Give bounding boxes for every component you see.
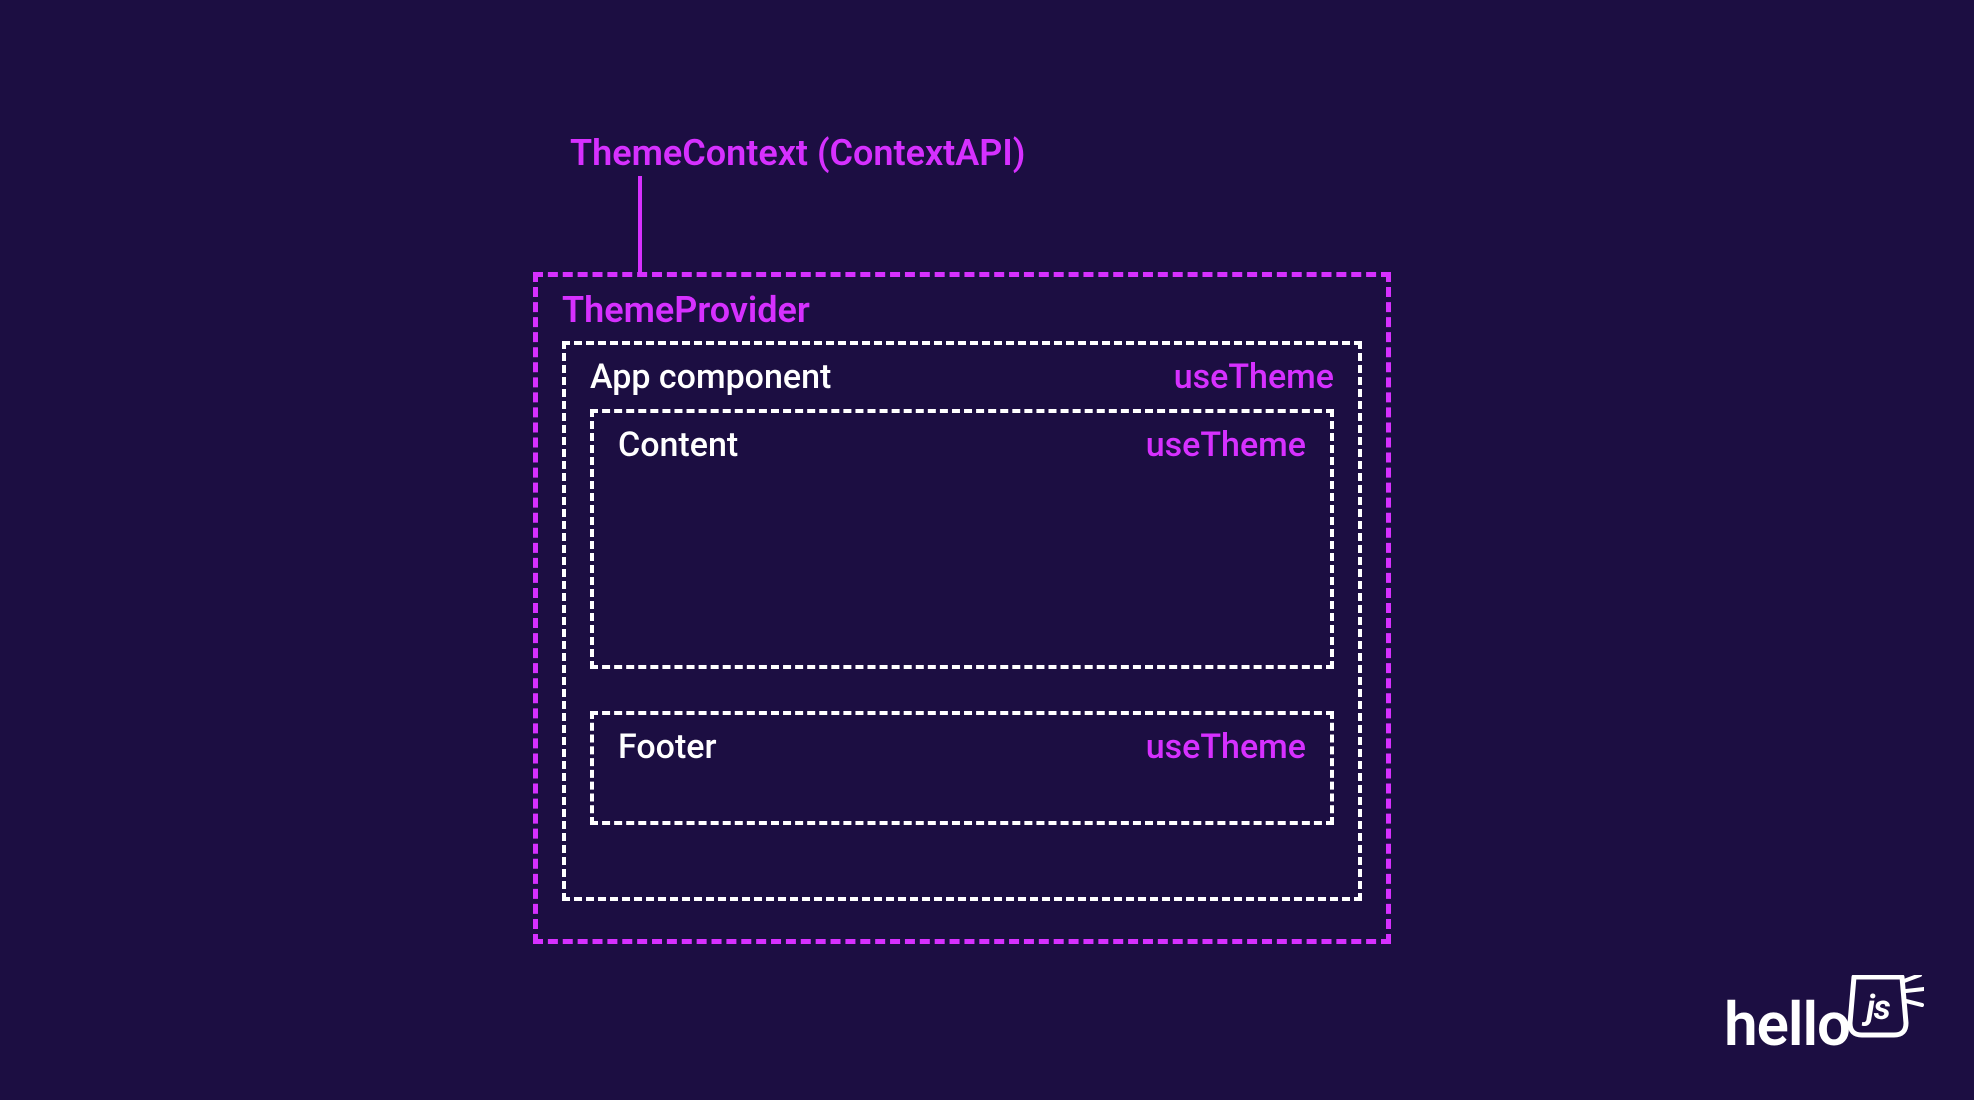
content-label: Content xyxy=(618,425,738,465)
app-component-header: App component useTheme xyxy=(590,357,1334,397)
context-title: ThemeContext (ContextAPI) xyxy=(570,132,1025,174)
theme-provider-label: ThemeProvider xyxy=(562,289,1362,331)
app-component-box: App component useTheme Content useTheme … xyxy=(562,341,1362,901)
brand-js-icon: js xyxy=(1846,975,1924,1045)
connector-line xyxy=(638,176,642,272)
footer-hook: useTheme xyxy=(1146,727,1306,767)
footer-box: Footer useTheme xyxy=(590,711,1334,825)
brand-logo: hello js xyxy=(1724,975,1924,1060)
app-component-hook: useTheme xyxy=(1174,357,1334,397)
content-header: Content useTheme xyxy=(618,425,1306,465)
app-component-label: App component xyxy=(590,357,831,397)
footer-label: Footer xyxy=(618,727,717,767)
svg-text:js: js xyxy=(1861,988,1891,1028)
content-hook: useTheme xyxy=(1146,425,1306,465)
diagram-canvas: ThemeContext (ContextAPI) ThemeProvider … xyxy=(0,0,1974,1100)
theme-provider-box: ThemeProvider App component useTheme Con… xyxy=(533,272,1391,944)
content-box: Content useTheme xyxy=(590,409,1334,669)
brand-text: hello xyxy=(1724,989,1850,1060)
footer-header: Footer useTheme xyxy=(618,727,1306,767)
